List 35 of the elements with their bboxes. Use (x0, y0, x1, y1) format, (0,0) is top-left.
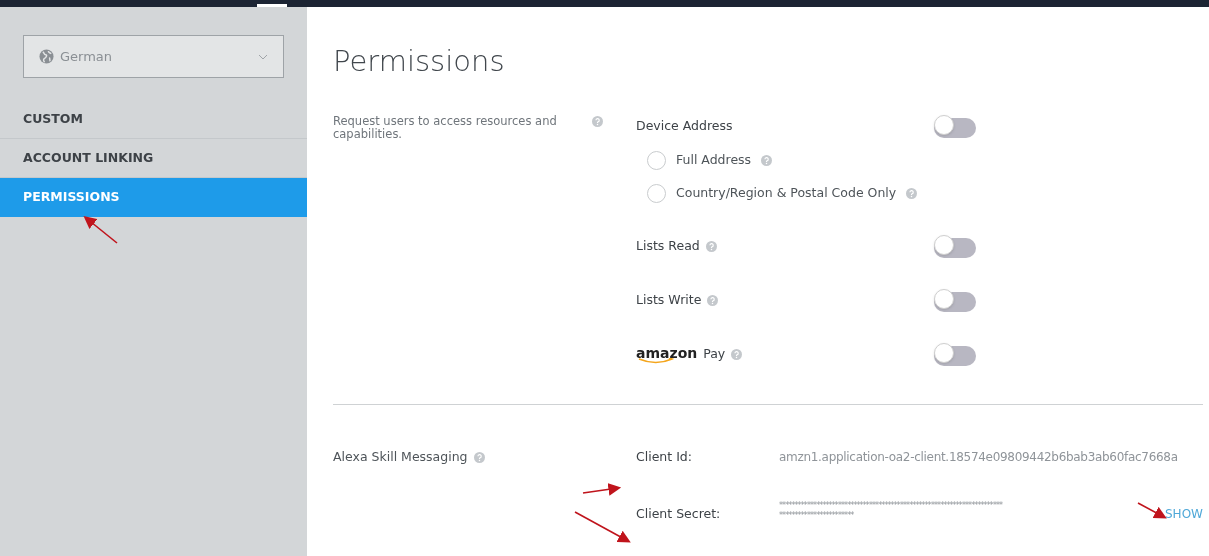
toggle-switch[interactable] (934, 117, 976, 138)
help-icon[interactable] (705, 240, 717, 252)
permission-label: Lists Read (636, 236, 700, 255)
help-icon[interactable] (473, 451, 485, 463)
field-label: Client Id: (636, 447, 693, 466)
section-label: Alexa Skill Messaging (333, 447, 468, 466)
help-icon[interactable] (761, 155, 773, 166)
show-link[interactable]: SHOW (1165, 501, 1203, 524)
sidebar-item[interactable]: PERMISSIONS (0, 178, 307, 217)
toggle-switch[interactable] (934, 237, 976, 258)
toggle-switch[interactable] (934, 291, 976, 312)
help-icon[interactable] (592, 116, 603, 127)
permissions-description: Request users to access resources and capabilities. (333, 115, 558, 141)
permission-label: Device Address (636, 116, 733, 135)
option-label: Full Address (676, 151, 752, 170)
help-icon[interactable] (906, 188, 918, 199)
option-label: Country/Region & Postal Code Only (676, 184, 897, 203)
client-id-value: amzn1.application-oa2-client.18574e09809442b6bab3ab60fac7668a (779, 449, 1178, 466)
chevron-down-icon (258, 53, 268, 60)
annotation-arrow (83, 216, 118, 244)
field-label: Client Secret: (636, 505, 722, 523)
permission-label: Pay (703, 344, 726, 363)
annotation-arrow (1137, 502, 1167, 519)
annotation-arrow (582, 483, 622, 496)
annotation-arrow (574, 511, 631, 543)
help-icon[interactable] (707, 294, 719, 306)
sidebar-item[interactable]: CUSTOM (0, 100, 307, 139)
client-secret-value: ************************************************************************ ************************ (779, 501, 1004, 522)
globe-icon (39, 49, 54, 64)
language-dropdown[interactable]: German (23, 35, 284, 78)
permission-label: Lists Write (636, 290, 702, 309)
brand-logo: amazon (636, 344, 698, 364)
page-title: Permissions (333, 43, 506, 80)
toggle-switch[interactable] (934, 345, 976, 366)
help-icon[interactable] (731, 348, 743, 360)
